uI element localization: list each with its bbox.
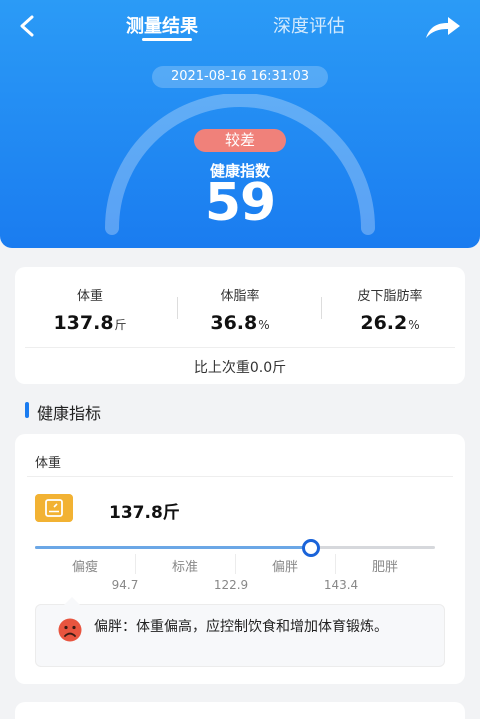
- next-metric-card: [15, 702, 465, 719]
- stat-body-fat: 体脂率 36.8%: [165, 285, 315, 334]
- weight-value: 137.8斤: [109, 503, 180, 523]
- weight-indicator-thumb: [302, 539, 320, 557]
- health-index-value: 59: [204, 173, 276, 233]
- segment-label-normal: 标准: [171, 560, 198, 575]
- stat-label: 皮下脂肪率: [357, 289, 423, 304]
- tip-arrow: [64, 597, 80, 605]
- stat-label: 体脂率: [220, 289, 260, 304]
- sad-face-icon: [58, 618, 82, 642]
- divider: [27, 476, 453, 477]
- weight-range-fill: [35, 546, 311, 549]
- weight-range-track: [35, 539, 435, 557]
- stat-value: 26.2%: [360, 312, 420, 334]
- divider: [25, 347, 455, 348]
- stat-value: 36.8%: [210, 312, 270, 334]
- weight-tip-text: 偏胖：体重偏高，应控制饮食和增加体育锻炼。: [94, 619, 388, 635]
- segment-label-underweight: 偏瘦: [71, 560, 98, 575]
- stat-value: 137.8斤: [53, 312, 127, 334]
- tab-active-indicator: [142, 38, 192, 41]
- hero-header: 测量结果 深度评估 2021-08-16 16:31:03 较差 健康指数 59: [0, 0, 480, 248]
- weight-tip-box: 偏胖：体重偏高，应控制饮食和增加体育锻炼。: [35, 597, 445, 667]
- stat-weight: 体重 137.8斤: [15, 285, 165, 334]
- threshold-value: 122.9: [213, 578, 249, 592]
- section-title-health-metrics: 健康指标: [37, 404, 102, 423]
- measure-datetime: 2021-08-16 16:31:03: [152, 66, 328, 88]
- threshold-value: 143.4: [323, 578, 359, 592]
- tab-deep-assessment[interactable]: 深度评估: [273, 12, 345, 38]
- tab-measure-result[interactable]: 测量结果: [126, 12, 198, 38]
- stat-subcutaneous-fat: 皮下脂肪率 26.2%: [315, 285, 465, 334]
- grade-badge: 较差: [194, 129, 286, 152]
- segment-label-obese: 肥胖: [371, 560, 398, 575]
- weight-compare-text: 比上次重0.0斤: [193, 360, 287, 376]
- section-accent-bar: [25, 402, 29, 418]
- segment-label-overweight: 偏胖: [271, 560, 298, 575]
- stat-label: 体重: [76, 289, 103, 304]
- back-icon[interactable]: [14, 12, 42, 40]
- weight-metric-card[interactable]: 体重 137.8斤 偏瘦 标准 偏胖 肥胖 94.7 122.9 143.4 偏…: [15, 434, 465, 684]
- threshold-value: 94.7: [111, 578, 139, 592]
- share-arrow-icon[interactable]: [424, 14, 462, 40]
- scale-icon: [35, 494, 73, 522]
- stats-card: 体重 137.8斤 体脂率 36.8% 皮下脂肪率 26.2% 比上次重0.0斤: [15, 267, 465, 384]
- card-title: 体重: [35, 456, 62, 471]
